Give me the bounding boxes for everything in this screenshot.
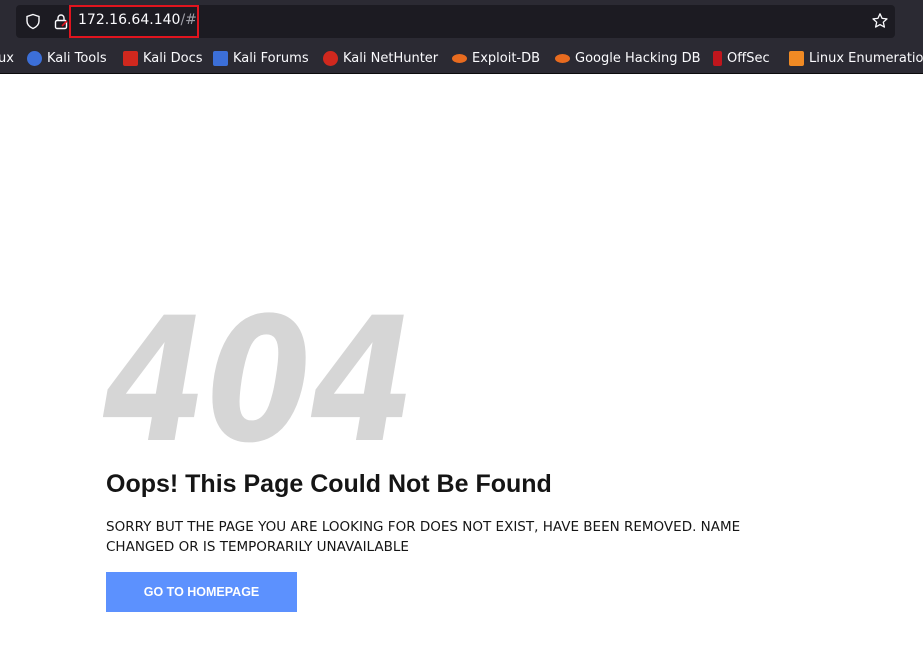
error-code-graphic: 404 xyxy=(103,300,415,450)
error-message: SORRY BUT THE PAGE YOU ARE LOOKING FOR D… xyxy=(106,519,741,555)
browser-toolbar: 172.16.64.140/# xyxy=(0,0,923,44)
shield-icon[interactable] xyxy=(25,13,41,30)
url-path: /# xyxy=(180,12,197,28)
offsec-icon xyxy=(713,51,722,66)
bookmark-kali-forums[interactable]: Kali Forums xyxy=(213,44,309,73)
url-bar[interactable]: 172.16.64.140/# xyxy=(16,5,895,38)
bookmark-kali-docs[interactable]: Kali Docs xyxy=(123,44,203,73)
bookmark-star-icon[interactable] xyxy=(871,12,889,30)
bookmark-label: Google Hacking DB xyxy=(575,51,701,66)
bookmark-label: Kali Forums xyxy=(233,51,309,66)
url-host: 172.16.64.140 xyxy=(78,12,181,28)
lock-icon[interactable] xyxy=(53,13,69,30)
exploit-db-icon xyxy=(452,54,467,63)
bookmark-linux[interactable]: ux xyxy=(0,44,14,73)
url-text[interactable]: 172.16.64.140/# xyxy=(78,12,197,28)
kali-docs-icon xyxy=(123,51,138,66)
go-to-homepage-button[interactable]: GO TO HOMEPAGE xyxy=(106,572,297,612)
bookmarks-bar: ux Kali Tools Kali Docs Kali Forums Kali… xyxy=(0,44,923,74)
kali-forums-icon xyxy=(213,51,228,66)
bookmark-kali-nethunter[interactable]: Kali NetHunter xyxy=(323,44,438,73)
bookmark-label: Kali Docs xyxy=(143,51,203,66)
ghdb-icon xyxy=(555,54,570,63)
kali-tools-icon xyxy=(27,51,42,66)
error-code-text: 404 xyxy=(103,300,415,450)
kali-nethunter-icon xyxy=(323,51,338,66)
bookmark-label: Exploit-DB xyxy=(472,51,541,66)
linux-enum-icon xyxy=(789,51,804,66)
bookmark-label: Kali NetHunter xyxy=(343,51,439,66)
bookmark-exploit-db[interactable]: Exploit-DB xyxy=(452,44,540,73)
bookmark-kali-tools[interactable]: Kali Tools xyxy=(27,44,107,73)
bookmark-offsec[interactable]: OffSec xyxy=(713,44,770,73)
bookmark-label: Kali Tools xyxy=(47,51,107,66)
bookmark-google-hacking-db[interactable]: Google Hacking DB xyxy=(555,44,701,73)
page-heading: Oops! This Page Could Not Be Found xyxy=(106,470,552,498)
bookmark-label: ux xyxy=(0,51,14,66)
bookmark-label: OffSec xyxy=(727,51,770,66)
bookmark-linux-enumeration[interactable]: Linux Enumeration xyxy=(789,44,923,73)
bookmark-label: Linux Enumeration xyxy=(809,51,923,66)
